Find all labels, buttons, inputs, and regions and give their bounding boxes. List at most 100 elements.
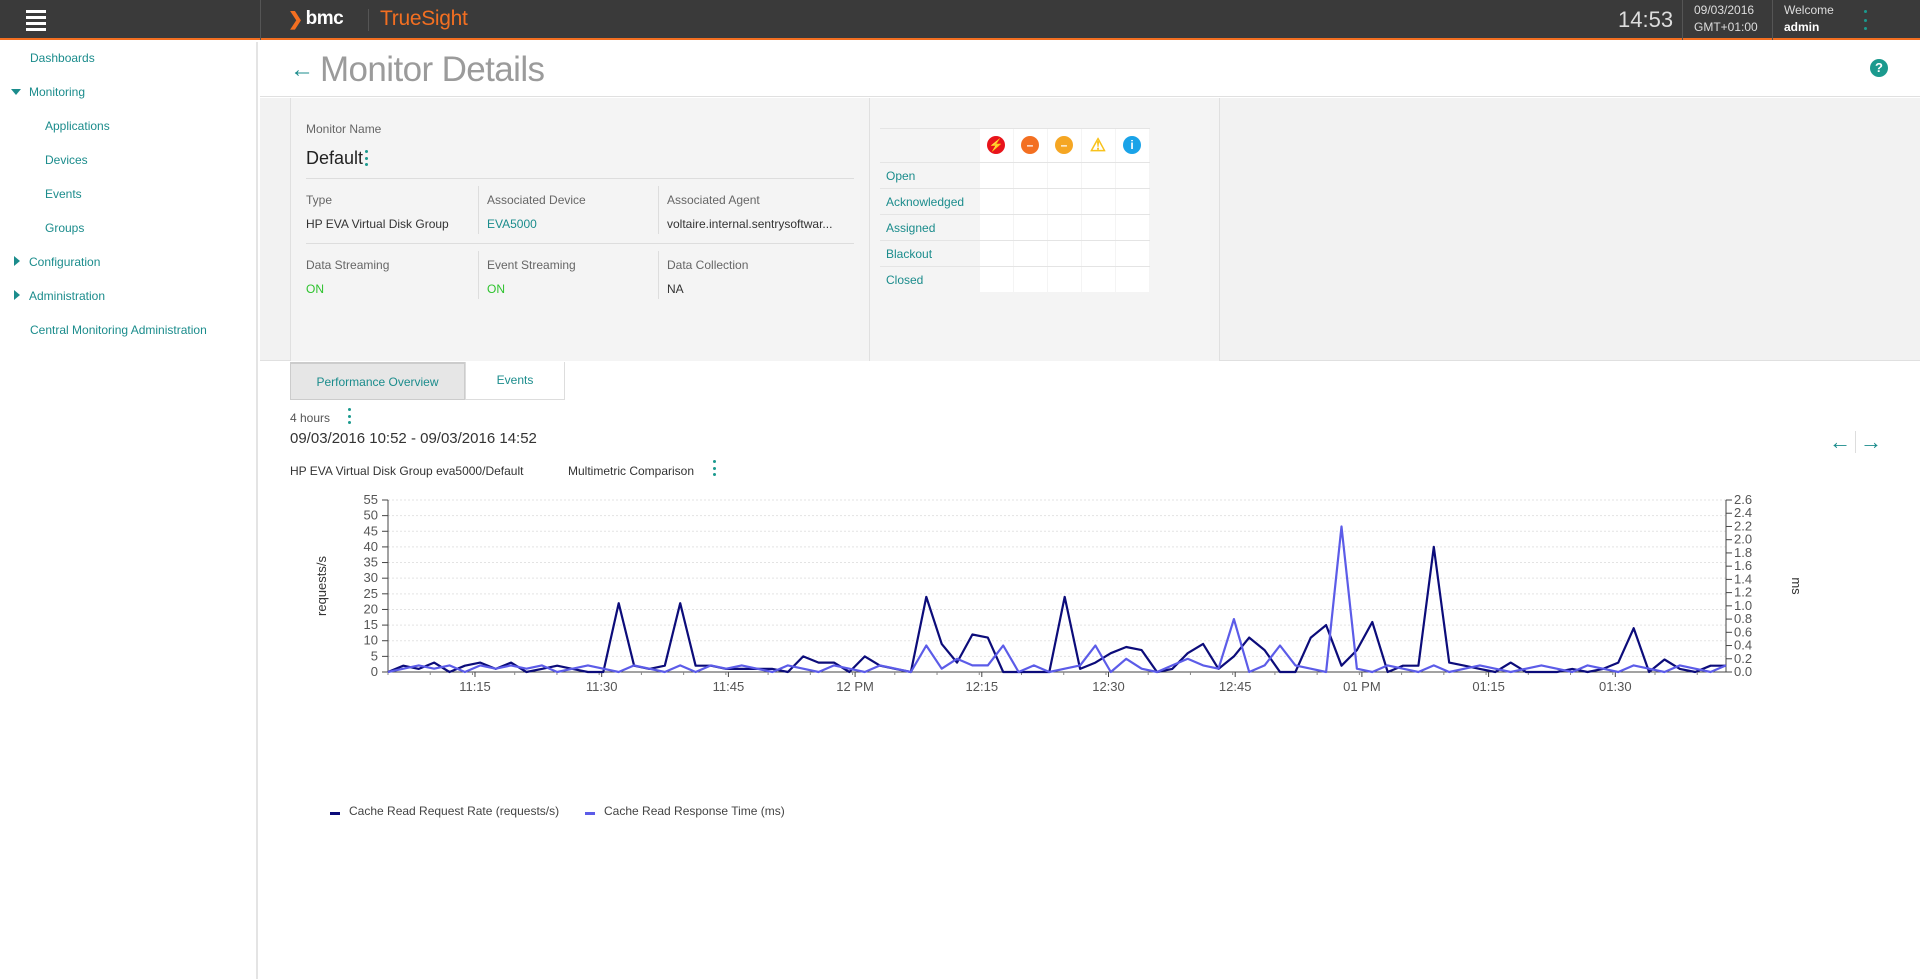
previous-arrow-icon[interactable]: ← xyxy=(1825,431,1856,453)
event-count-cell[interactable] xyxy=(1014,163,1047,188)
sidebar-item-events[interactable]: Events xyxy=(45,187,82,201)
y2-tick-label: 0.8 xyxy=(1734,611,1752,626)
event-count-cell[interactable] xyxy=(1048,267,1081,292)
caret-down-icon[interactable] xyxy=(11,89,21,95)
event-row-blackout[interactable]: Blackout xyxy=(886,247,932,261)
major-severity-icon: – xyxy=(1021,136,1039,154)
x-tick-label: 01 PM xyxy=(1343,679,1381,694)
topbar-divider xyxy=(1772,0,1773,40)
associated-device-link[interactable]: EVA5000 xyxy=(487,217,537,231)
event-row-open[interactable]: Open xyxy=(886,169,915,183)
x-tick-label: 01:30 xyxy=(1599,679,1632,694)
data-streaming-value: ON xyxy=(306,282,324,296)
event-count-cell[interactable] xyxy=(1116,241,1149,266)
sidebar-item-central-monitoring-administration[interactable]: Central Monitoring Administration xyxy=(30,323,207,337)
help-icon[interactable]: ? xyxy=(1870,59,1888,77)
event-count-cell[interactable] xyxy=(1048,189,1081,214)
associated-agent-value: voltaire.internal.sentrysoftwar... xyxy=(667,217,833,231)
back-arrow-icon[interactable]: ← xyxy=(290,56,314,84)
event-count-cell[interactable] xyxy=(1014,215,1047,240)
y2-tick-label: 1.0 xyxy=(1734,598,1752,613)
time-range-more-icon[interactable] xyxy=(346,408,352,424)
caret-right-icon[interactable] xyxy=(14,256,20,266)
event-count-cell[interactable] xyxy=(1048,215,1081,240)
time-range-dates: 09/03/2016 10:52 - 09/03/2016 14:52 xyxy=(290,430,537,447)
event-count-cell[interactable] xyxy=(980,215,1013,240)
x-tick-label: 12:15 xyxy=(966,679,999,694)
legend-item[interactable]: Cache Read Response Time (ms) xyxy=(585,804,785,818)
event-count-cell[interactable] xyxy=(1082,163,1115,188)
chart-more-icon[interactable] xyxy=(711,460,717,476)
event-count-cell[interactable] xyxy=(980,241,1013,266)
event-count-cell[interactable] xyxy=(1082,215,1115,240)
y2-tick-label: 0.4 xyxy=(1734,638,1752,653)
info-band: Monitor Name Default Type HP EVA Virtual… xyxy=(260,98,1920,361)
data-collection-label: Data Collection xyxy=(667,258,749,272)
event-count-cell[interactable] xyxy=(1116,189,1149,214)
legend-swatch xyxy=(330,811,340,815)
separator xyxy=(658,251,659,299)
event-count-cell[interactable] xyxy=(1048,241,1081,266)
sidebar-item-dashboards[interactable]: Dashboards xyxy=(30,51,95,65)
event-streaming-value: ON xyxy=(487,282,505,296)
tab-events[interactable]: Events xyxy=(465,362,565,400)
hamburger-menu-icon[interactable] xyxy=(26,10,46,31)
associated-device-label: Associated Device xyxy=(487,193,586,207)
minor-severity-icon: – xyxy=(1055,136,1073,154)
y-tick-label: 25 xyxy=(364,586,378,601)
current-date: 09/03/2016 xyxy=(1694,3,1755,17)
next-arrow-icon[interactable]: → xyxy=(1856,431,1886,453)
event-count-cell[interactable] xyxy=(1014,189,1047,214)
event-row-closed[interactable]: Closed xyxy=(886,273,923,287)
y-tick-label: 10 xyxy=(364,633,378,648)
data-streaming-label: Data Streaming xyxy=(306,258,390,272)
y2-tick-label: 0.6 xyxy=(1734,624,1752,639)
monitor-details-panel: Monitor Name Default Type HP EVA Virtual… xyxy=(290,98,870,361)
separator xyxy=(478,251,479,299)
event-count-cell[interactable] xyxy=(1082,267,1115,292)
top-bar: ❯ bmc TrueSight 14:53 09/03/2016 GMT+01:0… xyxy=(0,0,1920,40)
caret-right-icon[interactable] xyxy=(14,290,20,300)
sidebar-item-administration[interactable]: Administration xyxy=(29,289,105,303)
y-tick-label: 0 xyxy=(371,664,378,679)
event-count-cell[interactable] xyxy=(1014,241,1047,266)
tab-performance-overview[interactable]: Performance Overview xyxy=(290,362,465,400)
event-row-assigned[interactable]: Assigned xyxy=(886,221,935,235)
date-timezone: 09/03/2016 GMT+01:00 xyxy=(1694,2,1758,36)
separator xyxy=(306,178,854,179)
y-tick-label: 15 xyxy=(364,617,378,632)
sidebar-item-configuration[interactable]: Configuration xyxy=(29,255,100,269)
topbar-more-icon[interactable] xyxy=(1862,10,1868,30)
type-label: Type xyxy=(306,193,333,207)
y-tick-label: 55 xyxy=(364,492,378,507)
event-row-acknowledged[interactable]: Acknowledged xyxy=(886,195,964,209)
event-count-cell[interactable] xyxy=(1082,241,1115,266)
event-count-cell[interactable] xyxy=(1014,267,1047,292)
sidebar-item-monitoring[interactable]: Monitoring xyxy=(29,85,85,99)
event-count-cell[interactable] xyxy=(1082,189,1115,214)
monitor-more-icon[interactable] xyxy=(363,150,369,166)
y2-tick-label: 2.2 xyxy=(1734,518,1752,533)
y-tick-label: 20 xyxy=(364,601,378,616)
event-count-cell[interactable] xyxy=(980,163,1013,188)
event-count-cell[interactable] xyxy=(980,267,1013,292)
main-content: ← Monitor Details ? Monitor Name Default… xyxy=(260,42,1920,979)
timezone: GMT+01:00 xyxy=(1694,20,1758,34)
event-count-cell[interactable] xyxy=(1116,215,1149,240)
event-count-cell[interactable] xyxy=(1048,163,1081,188)
chart-mode-label[interactable]: Multimetric Comparison xyxy=(568,464,694,478)
y2-tick-label: 0.2 xyxy=(1734,651,1752,666)
sidebar-item-groups[interactable]: Groups xyxy=(45,221,84,235)
sidebar-item-applications[interactable]: Applications xyxy=(45,119,110,133)
y2-tick-label: 1.4 xyxy=(1734,571,1752,586)
legend-item[interactable]: Cache Read Request Rate (requests/s) xyxy=(330,804,559,818)
event-count-cell[interactable] xyxy=(1116,163,1149,188)
y2-tick-label: 1.6 xyxy=(1734,558,1752,573)
sidebar-item-devices[interactable]: Devices xyxy=(45,153,88,167)
user-menu[interactable]: Welcome admin xyxy=(1784,2,1834,36)
time-range-duration[interactable]: 4 hours xyxy=(290,411,330,425)
y-tick-label: 45 xyxy=(364,523,378,538)
legend-label: Cache Read Request Rate (requests/s) xyxy=(349,804,560,818)
event-count-cell[interactable] xyxy=(1116,267,1149,292)
event-count-cell[interactable] xyxy=(980,189,1013,214)
